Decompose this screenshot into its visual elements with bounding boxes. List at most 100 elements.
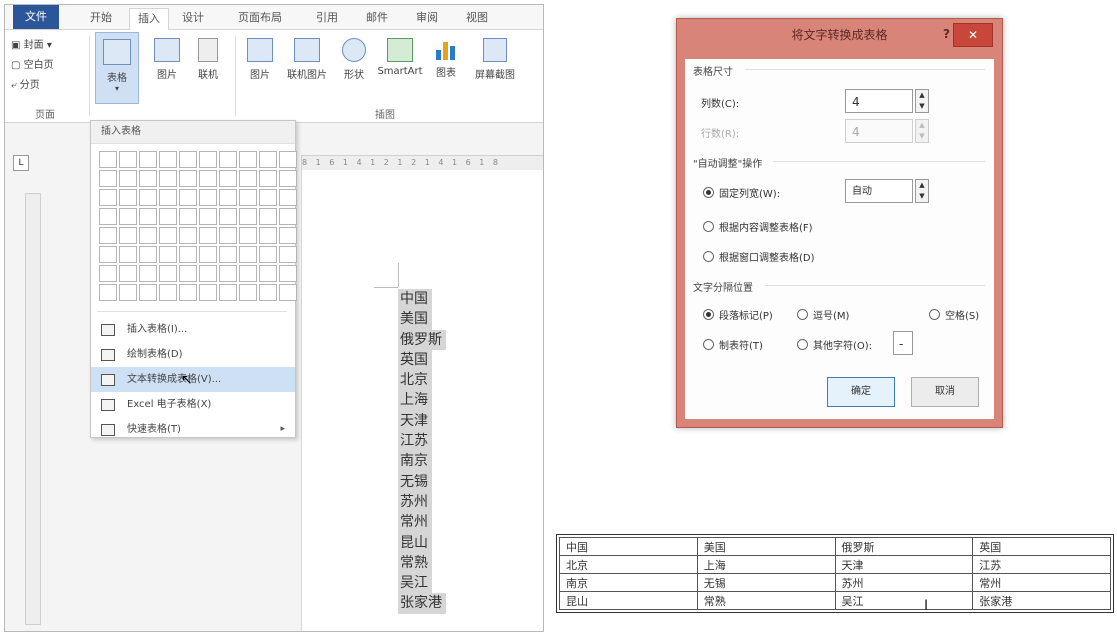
table-grid-cell[interactable] [199, 189, 217, 206]
help-icon[interactable]: ? [943, 27, 950, 41]
table-grid-cell[interactable] [119, 284, 137, 301]
table-cell[interactable]: 昆山 [559, 591, 698, 610]
table-cell[interactable]: 美国 [696, 537, 836, 556]
table-grid-cell[interactable] [239, 246, 257, 263]
table-grid-cell[interactable] [99, 189, 117, 206]
menu-item[interactable]: 绘制表格(D) [91, 342, 295, 367]
table-grid-cell[interactable] [259, 151, 277, 168]
table-grid-cell[interactable] [199, 246, 217, 263]
picture-button[interactable]: 图片 [150, 38, 184, 81]
table-grid-cell[interactable] [219, 227, 237, 244]
page-break-button[interactable]: ⤶ 分页 [11, 76, 40, 91]
table-grid-cell[interactable] [259, 265, 277, 282]
tab-home[interactable]: 开始 [83, 8, 119, 28]
sep-tab-radio[interactable] [703, 339, 714, 350]
table-cell[interactable]: 天津 [834, 555, 974, 574]
document-line[interactable]: 上海 [398, 390, 432, 411]
smartart-button[interactable]: SmartArt [375, 38, 425, 77]
document-line[interactable]: 江苏 [398, 431, 432, 452]
table-grid-cell[interactable] [159, 246, 177, 263]
menu-item[interactable]: 文本转换成表格(V)... [91, 367, 295, 392]
table-grid-cell[interactable] [139, 265, 157, 282]
fixed-width-input[interactable]: 自动 [845, 179, 913, 203]
table-grid-cell[interactable] [199, 151, 217, 168]
table-grid-cell[interactable] [119, 246, 137, 263]
table-cell[interactable]: 中国 [559, 537, 698, 556]
table-grid-cell[interactable] [159, 227, 177, 244]
table-grid-cell[interactable] [99, 170, 117, 187]
menu-item[interactable]: 快速表格(T) ▸ [91, 417, 295, 442]
document-line[interactable]: 常州 [398, 512, 432, 533]
tab-selector-button[interactable]: L [13, 155, 29, 171]
table-grid-cell[interactable] [219, 189, 237, 206]
table-cell[interactable]: 无锡 [696, 573, 836, 592]
table-grid-cell[interactable] [139, 151, 157, 168]
table-grid-cell[interactable] [199, 284, 217, 301]
table-grid-cell[interactable] [279, 189, 297, 206]
table-grid-cell[interactable] [279, 284, 297, 301]
table-grid-cell[interactable] [179, 189, 197, 206]
table-grid-cell[interactable] [259, 170, 277, 187]
table-grid-cell[interactable] [119, 265, 137, 282]
table-grid-cell[interactable] [159, 151, 177, 168]
document-text[interactable]: 中国 美国 俄罗斯 英国 北京 上海 天津 江苏 南京 无锡 苏州 常州 昆山 常熟 吴江 张家港 [398, 289, 446, 614]
sep-space-radio[interactable] [929, 309, 940, 320]
table-grid-cell[interactable] [99, 227, 117, 244]
table-grid-cell[interactable] [119, 170, 137, 187]
menu-item[interactable]: 插入表格(I)... [91, 317, 295, 342]
table-grid-cell[interactable] [139, 246, 157, 263]
tab-mailings[interactable]: 邮件 [357, 8, 397, 28]
fit-window-radio[interactable] [703, 251, 714, 262]
table-grid-cell[interactable] [179, 208, 197, 225]
table-grid-cell[interactable] [99, 284, 117, 301]
sep-paragraph-radio[interactable] [703, 309, 714, 320]
table-grid-cell[interactable] [199, 170, 217, 187]
document-line[interactable]: 南京 [398, 451, 432, 472]
table-grid-cell[interactable] [179, 151, 197, 168]
table-grid-cell[interactable] [139, 208, 157, 225]
table-grid-cell[interactable] [279, 151, 297, 168]
table-grid-cell[interactable] [199, 227, 217, 244]
chart-button[interactable]: 图表 [429, 38, 463, 79]
table-grid-cell[interactable] [199, 208, 217, 225]
picture2-button[interactable]: 图片 [243, 38, 277, 81]
table-grid-cell[interactable] [219, 151, 237, 168]
table-grid-cell[interactable] [159, 170, 177, 187]
table-grid-cell[interactable] [179, 227, 197, 244]
document-line[interactable]: 中国 [398, 289, 432, 310]
table-grid-cell[interactable] [239, 227, 257, 244]
table-cell[interactable]: 张家港 [972, 591, 1111, 610]
table-grid-cell[interactable] [239, 284, 257, 301]
table-cell[interactable]: 英国 [972, 537, 1111, 556]
document-line[interactable]: 英国 [398, 349, 432, 371]
tab-file[interactable]: 文件 [13, 5, 59, 29]
table-grid-cell[interactable] [239, 170, 257, 187]
document-line[interactable]: 天津 [398, 410, 432, 432]
table-grid[interactable] [99, 151, 297, 301]
table-grid-cell[interactable] [139, 189, 157, 206]
document-line[interactable]: 昆山 [398, 532, 432, 553]
fixed-width-spinner[interactable]: ▲ ▼ [915, 179, 929, 203]
columns-spinner[interactable]: ▲ ▼ [915, 89, 929, 113]
table-grid-cell[interactable] [239, 208, 257, 225]
result-table[interactable]: 中国 美国 俄罗斯 英国 北京 上海 天津 江苏 南京 无锡 苏州 常州 昆山 常熟 吴江 张家港 [556, 534, 1114, 613]
sep-other-input[interactable]: - [893, 331, 913, 355]
table-cell[interactable]: 南京 [559, 573, 698, 592]
blank-page-button[interactable]: ▢ 空白页 [11, 56, 54, 71]
table-grid-cell[interactable] [179, 284, 197, 301]
table-grid-cell[interactable] [219, 170, 237, 187]
table-grid-cell[interactable] [119, 208, 137, 225]
document-line[interactable]: 苏州 [398, 491, 432, 513]
close-button[interactable]: ✕ [953, 23, 993, 47]
document-line[interactable]: 张家港 [398, 593, 446, 614]
table-cell[interactable]: 俄罗斯 [834, 537, 974, 556]
table-grid-cell[interactable] [219, 284, 237, 301]
sep-comma-radio[interactable] [797, 309, 808, 320]
table-grid-cell[interactable] [199, 265, 217, 282]
sep-other-radio[interactable] [797, 339, 808, 350]
document-line[interactable]: 北京 [398, 370, 432, 391]
tab-view[interactable]: 视图 [457, 8, 497, 28]
tab-design[interactable]: 设计 [173, 8, 213, 28]
table-grid-cell[interactable] [159, 208, 177, 225]
document-line[interactable]: 美国 [398, 309, 432, 330]
